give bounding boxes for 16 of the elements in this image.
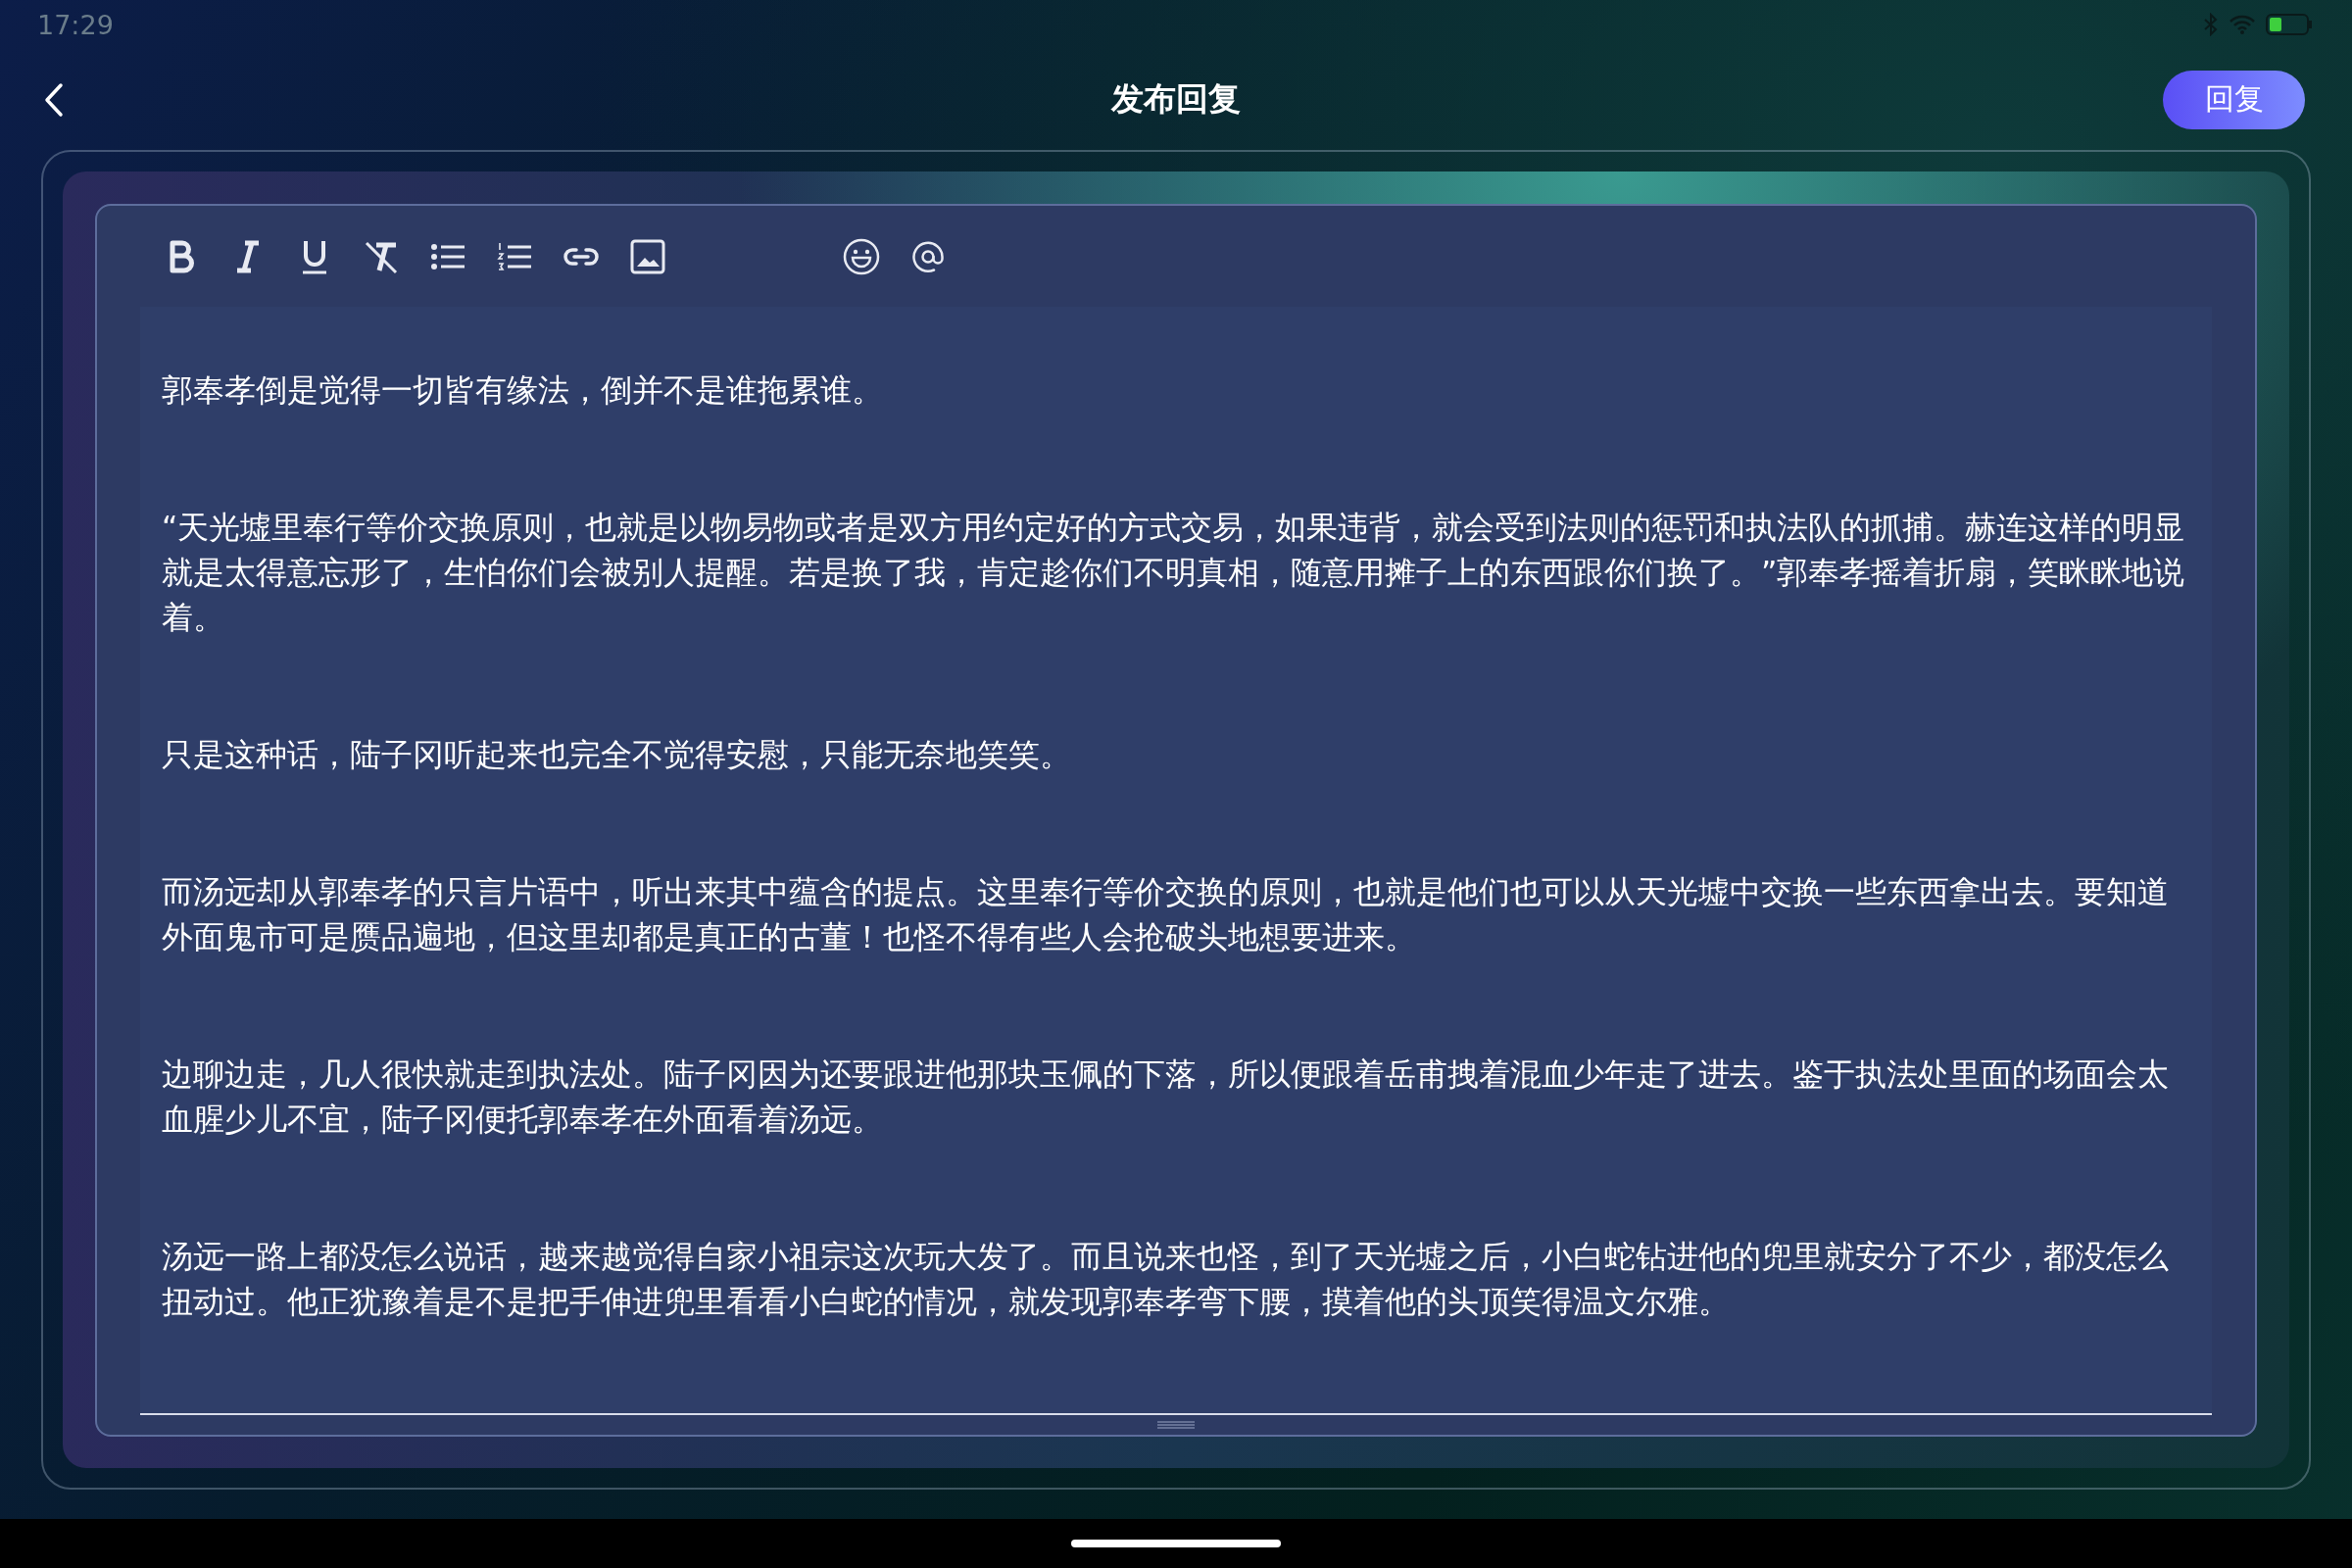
paragraph: 边聊边走，几人很快就走到执法处。陆子冈因为还要跟进他那块玉佩的下落，所以便跟着岳甫拽着混血少年走了进去。鉴于执法处里面的场面会太血腥少儿不宜，陆子冈便托郭奉孝在外面看着汤远。 bbox=[162, 1055, 2170, 1139]
back-icon bbox=[43, 81, 65, 118]
paragraph: “天光墟里奉行等价交换原则，也就是以物易物或者是双方用约定好的方式交易，如果违背，就会受到法则的惩罚和执法队的抓捕。赫连这样的明显就是太得意忘形了，生怕你们会被别人提醒。若是换了我，肯定趁你们不明真相，随意用摊子上的东西跟你们换了。”郭奉孝摇着折扇，笑眯眯地说着。 bbox=[162, 509, 2186, 637]
paragraph: 郭奉孝倒是觉得一切皆有缘法，倒并不是谁拖累谁。 bbox=[162, 371, 884, 410]
status-time: 17:29 bbox=[37, 9, 114, 40]
paragraph: 只是这种话，陆子冈听起来也完全不觉得安慰，只能无奈地笑笑。 bbox=[162, 736, 1072, 774]
battery-icon bbox=[2266, 13, 2313, 36]
resize-handle-icon[interactable] bbox=[1156, 1420, 1196, 1430]
page-title: 发布回复 bbox=[1111, 78, 1241, 120]
bluetooth-icon bbox=[2203, 13, 2219, 36]
paragraph: 汤远一路上都没怎么说话，越来越觉得自家小祖宗这次玩大发了。而且说来也怪，到了天光墟之后，小白蛇钻进他的兜里就安分了不少，都没怎么扭动过。他正犹豫着是不是把手伸进兜里看看小白蛇的情况，就发现郭奉孝弯下腰，摸着他的头顶笑得温文尔雅。 bbox=[162, 1238, 2170, 1321]
wifi-icon bbox=[2229, 14, 2256, 35]
emoji-button[interactable] bbox=[842, 236, 881, 276]
smiley-icon bbox=[842, 236, 881, 276]
paragraph: 而汤远却从郭奉孝的只言片语中，听出来其中蕴含的提点。这里奉行等价交换的原则，也就是他们也可以从天光墟中交换一些东西拿出去。要知道外面鬼市可是赝品遍地，但这里却都是真正的古董！也怪不得有些人会抢破头地想要进来。 bbox=[162, 873, 2170, 956]
reply-button[interactable]: 回复 bbox=[2163, 70, 2305, 129]
